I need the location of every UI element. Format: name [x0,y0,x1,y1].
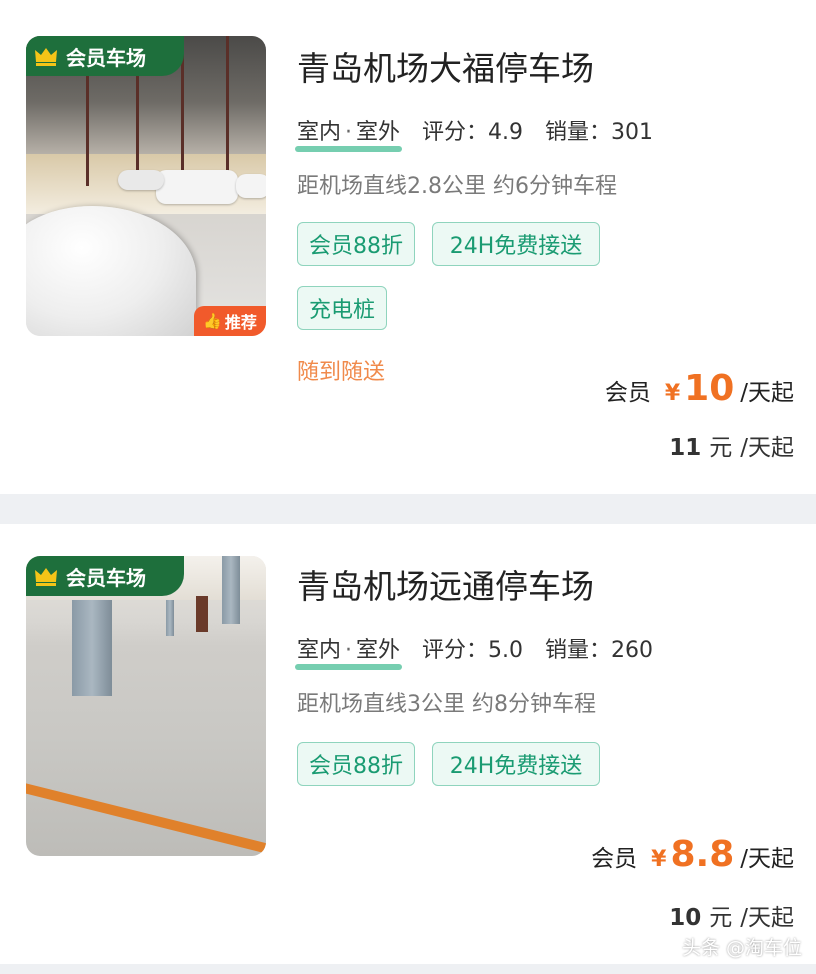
member-lot-badge-label: 会员车场 [66,565,146,590]
environment-type: 室内 · 室外 [295,114,403,152]
watermark: 头条 @淘车位 [681,937,802,959]
env-highlight [295,664,403,670]
currency-symbol: ¥ [651,847,667,872]
env-indoor: 室内 [297,120,342,145]
env-highlight [295,146,403,152]
service-note: 随到随送 [297,360,386,385]
parking-lot-title[interactable]: 青岛机场大福停车场 [297,42,594,90]
member-price-unit: /天起 [740,846,794,872]
tag-charging-station: 充电桩 [297,286,387,330]
member-price: 会员 ¥ 10 /天起 [605,368,794,409]
sales-count: 销量：260 [545,638,654,663]
distance-info: 距机场直线3公里 约8分钟车程 [297,692,596,717]
recommend-badge: 👍 推荐 [194,306,266,336]
thumbs-up-icon: 👍 [203,312,222,330]
member-lot-badge: 会员车场 [26,36,184,76]
tag-member-discount: 会员88折 [297,742,415,786]
rating: 评分：5.0 [422,638,524,663]
parking-lot-photo[interactable]: 会员车场 [26,556,266,856]
env-indoor: 室内 [297,638,342,663]
member-lot-badge: 会员车场 [26,556,184,596]
regular-price-amount: 11 [669,435,702,461]
regular-price-unit: /天起 [740,905,794,931]
currency-symbol: ¥ [664,381,681,406]
garage-photo [26,36,266,336]
member-price-label: 会员 [604,380,651,406]
member-price-amount: 8.8 [670,834,735,875]
member-price-label: 会员 [591,846,638,872]
crown-icon [35,48,57,66]
regular-price: 10 元 /天起 [669,898,794,932]
rating: 评分：4.9 [422,120,524,145]
regular-price-unit: /天起 [740,435,794,461]
member-price-amount: 10 [684,368,735,409]
parking-lot-title[interactable]: 青岛机场远通停车场 [297,560,594,608]
member-lot-badge-label: 会员车场 [66,45,146,70]
parking-lot-meta: 室内 · 室外 评分：4.9 销量：301 [295,114,675,152]
regular-price-amount: 10 [669,905,702,931]
parking-listing-card[interactable]: 会员车场 👍 推荐 青岛机场大福停车场 室内 · 室外 评分：4.9 销量：301 … [0,0,816,494]
environment-type: 室内 · 室外 [295,632,403,670]
regular-price-currency: 元 [709,435,733,461]
parking-lot-photo[interactable]: 会员车场 👍 推荐 [26,36,266,336]
member-price-unit: /天起 [740,380,794,406]
tag-free-shuttle: 24H免费接送 [432,742,600,786]
env-outdoor: 室外 [356,638,401,663]
regular-price-currency: 元 [709,905,733,931]
env-outdoor: 室外 [356,120,401,145]
tag-free-shuttle: 24H免费接送 [432,222,600,266]
crown-icon [35,568,57,586]
env-separator: · [345,120,353,145]
recommend-badge-label: 推荐 [224,313,257,332]
member-price: 会员 ¥ 8.8 /天起 [591,834,794,875]
sales-count: 销量：301 [545,120,654,145]
tag-member-discount: 会员88折 [297,222,415,266]
env-separator: · [345,638,353,663]
indoor-hall-photo [26,556,266,856]
parking-lot-meta: 室内 · 室外 评分：5.0 销量：260 [295,632,675,670]
regular-price: 11 元 /天起 [669,428,794,462]
distance-info: 距机场直线2.8公里 约6分钟车程 [297,174,617,199]
